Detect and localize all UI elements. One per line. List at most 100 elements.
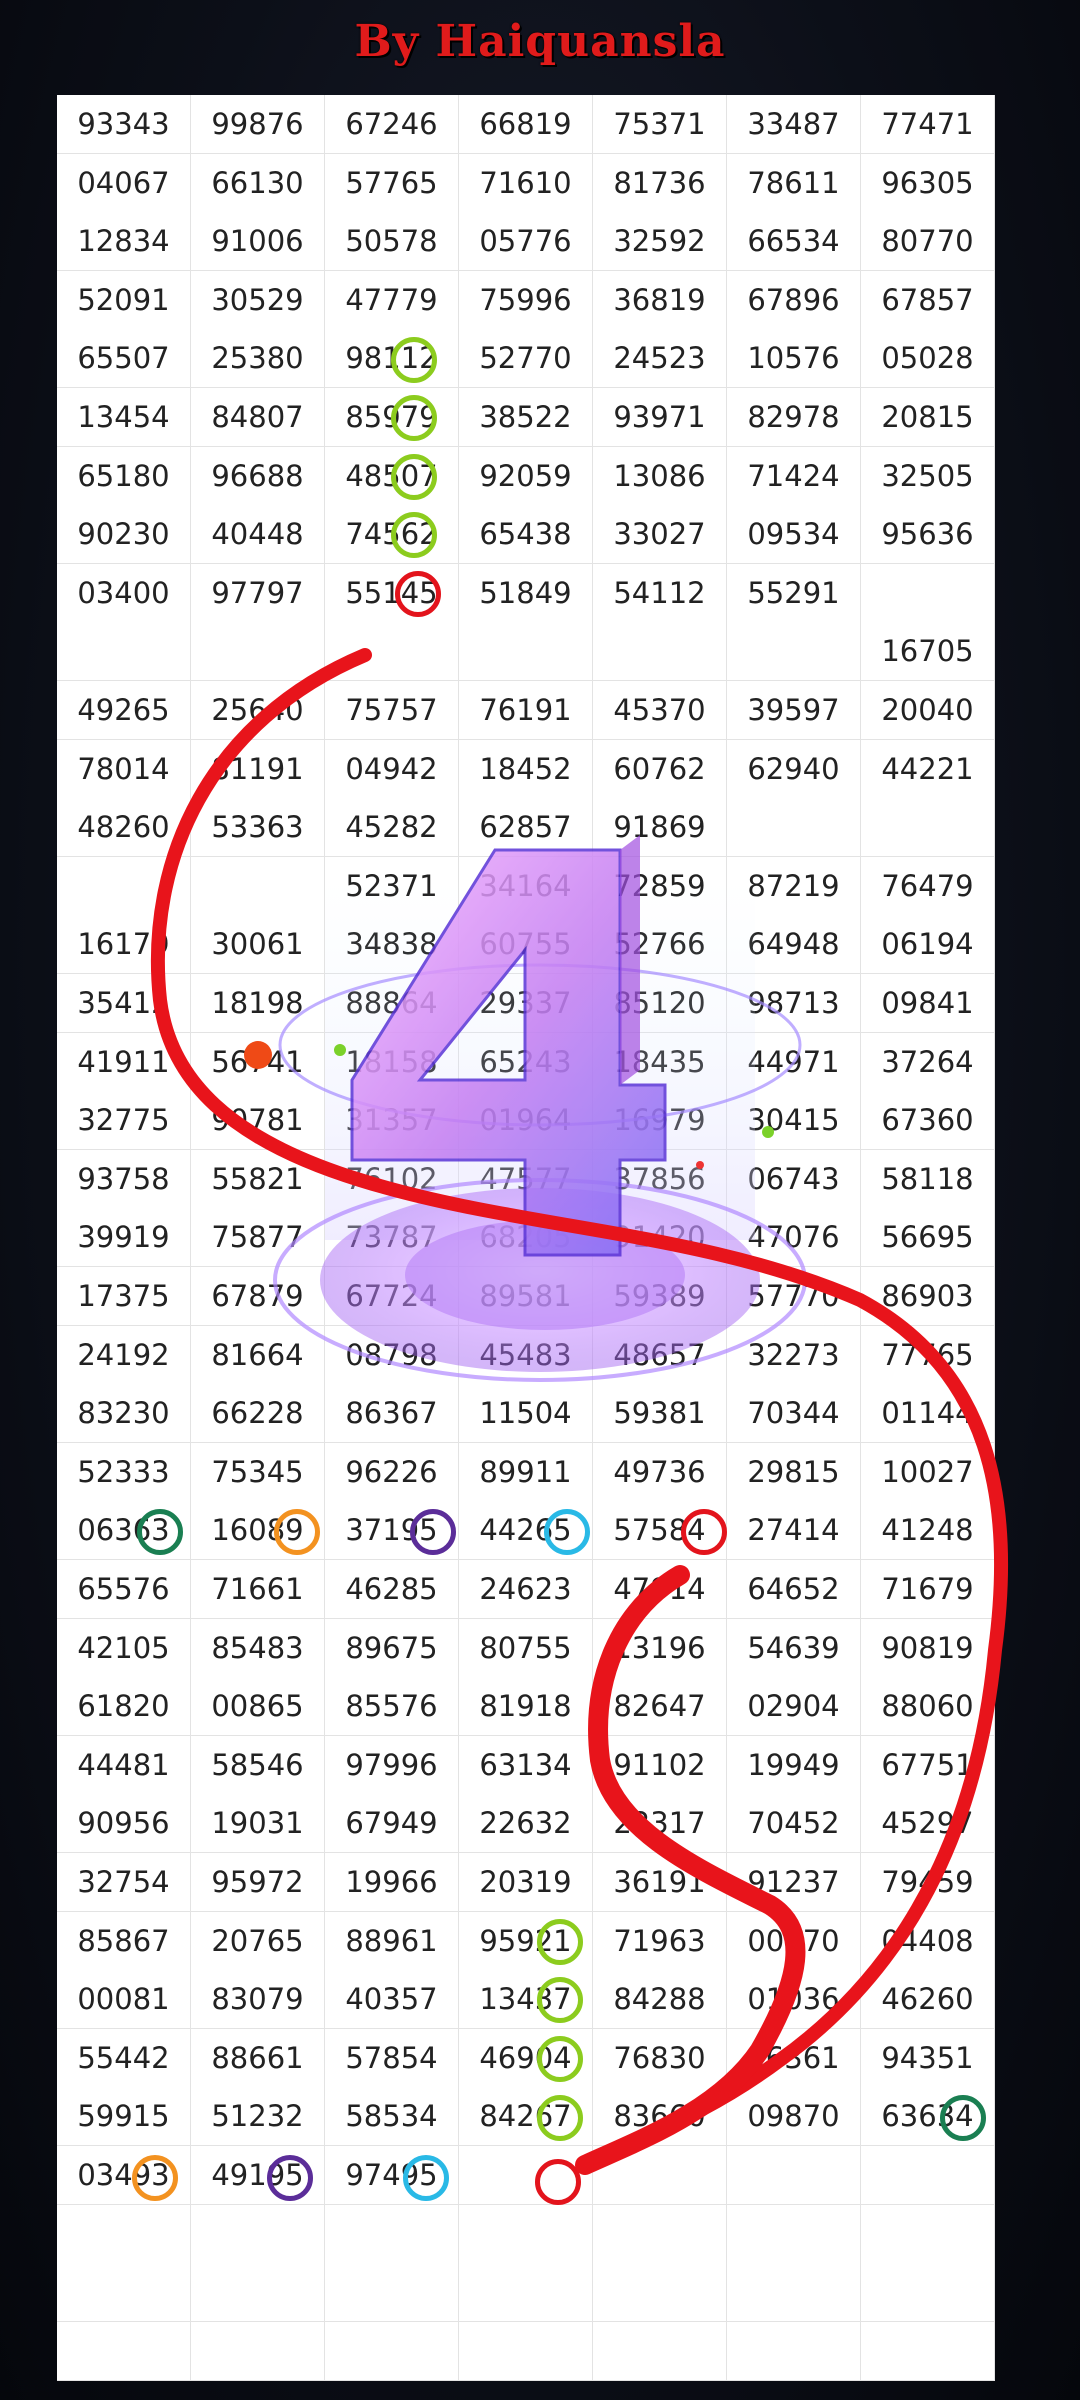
grid-cell: 91237 bbox=[727, 1853, 861, 1912]
grid-cell: 88961 bbox=[325, 1911, 459, 1971]
grid-cell: 84807 bbox=[191, 388, 325, 447]
grid-cell: 75996 bbox=[459, 270, 593, 330]
grid-cell: 32592 bbox=[593, 212, 727, 272]
grid-cell: 19031 bbox=[191, 1794, 325, 1854]
grid-cell: 80770 bbox=[861, 212, 995, 272]
grid-cell: 45297 bbox=[861, 1794, 995, 1854]
grid-cell: 41911 bbox=[57, 1032, 191, 1092]
grid-cell: 82978 bbox=[727, 388, 861, 447]
grid-cell: 97996 bbox=[325, 1735, 459, 1795]
grid-cell: 01036 bbox=[727, 1970, 861, 2030]
grid-cell: 18435 bbox=[593, 1032, 727, 1092]
grid-cell bbox=[57, 2263, 191, 2323]
grid-cell: 72859 bbox=[593, 856, 727, 916]
grid-cell: 90781 bbox=[191, 1091, 325, 1151]
grid-cell: 55821 bbox=[191, 1149, 325, 1209]
grid-cell: 95972 bbox=[191, 1853, 325, 1912]
grid-cell: 95636 bbox=[861, 505, 995, 565]
grid-cell: 04067 bbox=[57, 153, 191, 213]
grid-cell: 32273 bbox=[727, 1325, 861, 1385]
grid-cell bbox=[191, 2204, 325, 2264]
grid-cell: 32775 bbox=[57, 1091, 191, 1151]
grid-cell: 67857 bbox=[861, 270, 995, 330]
grid-cell: 19966 bbox=[325, 1853, 459, 1912]
grid-cell: 05028 bbox=[861, 329, 995, 389]
grid-cell: 57854 bbox=[325, 2028, 459, 2088]
grid-cell bbox=[727, 2263, 861, 2323]
grid-cell bbox=[593, 2321, 727, 2381]
grid-cell: 39597 bbox=[727, 681, 861, 740]
grid-cell bbox=[191, 2321, 325, 2381]
grid-cell: 67751 bbox=[861, 1735, 995, 1795]
grid-cell: 57770 bbox=[727, 1267, 861, 1326]
grid-cell: 93971 bbox=[593, 388, 727, 447]
grid-cell bbox=[57, 622, 191, 682]
grid-cell bbox=[459, 622, 593, 682]
grid-cell bbox=[325, 2263, 459, 2323]
grid-cell: 65438 bbox=[459, 505, 593, 565]
grid-cell: 83230 bbox=[57, 1384, 191, 1444]
grid-cell: 20815 bbox=[861, 388, 995, 447]
grid-cell: 51849 bbox=[459, 563, 593, 623]
grid-cell: 22317 bbox=[593, 1794, 727, 1854]
grid-cell bbox=[727, 2204, 861, 2264]
grid-cell: 65576 bbox=[57, 1560, 191, 1619]
grid-cell bbox=[861, 2321, 995, 2381]
grid-cell: 30415 bbox=[727, 1091, 861, 1151]
grid-cell: 47577 bbox=[459, 1149, 593, 1209]
grid-cell: 40448 bbox=[191, 505, 325, 565]
grid-cell: 64652 bbox=[727, 1560, 861, 1619]
grid-cell: 34164 bbox=[459, 856, 593, 916]
grid-cell: 06743 bbox=[727, 1149, 861, 1209]
grid-cell: 90819 bbox=[861, 1618, 995, 1678]
grid-cell: 09534 bbox=[727, 505, 861, 565]
grid-cell: 49195 bbox=[191, 2146, 325, 2205]
grid-cell: 99876 bbox=[191, 95, 325, 154]
grid-cell: 29337 bbox=[459, 974, 593, 1033]
grid-cell: 29815 bbox=[727, 1442, 861, 1502]
grid-cell: 18198 bbox=[191, 974, 325, 1033]
grid-cell: 03493 bbox=[57, 2146, 191, 2205]
grid-cell: 77765 bbox=[861, 1325, 995, 1385]
grid-cell: 41248 bbox=[861, 1501, 995, 1561]
grid-cell: 85867 bbox=[57, 1911, 191, 1971]
grid-cell: 90956 bbox=[57, 1794, 191, 1854]
grid-cell bbox=[727, 2321, 861, 2381]
grid-cell: 47779 bbox=[325, 270, 459, 330]
grid-cell: 63634 bbox=[861, 2087, 995, 2147]
grid-cell: 60755 bbox=[459, 915, 593, 975]
grid-cell: 32505 bbox=[861, 446, 995, 506]
grid-cell: 08798 bbox=[325, 1325, 459, 1385]
grid-cell: 24623 bbox=[459, 1560, 593, 1619]
grid-cell: 67949 bbox=[325, 1794, 459, 1854]
grid-cell: 49265 bbox=[57, 681, 191, 740]
grid-cell: 10576 bbox=[727, 329, 861, 389]
grid-cell: 03400 bbox=[57, 563, 191, 623]
grid-cell bbox=[459, 2146, 593, 2205]
grid-cell: 85979 bbox=[325, 388, 459, 447]
grid-cell: 46285 bbox=[325, 1560, 459, 1619]
grid-cell: 85483 bbox=[191, 1618, 325, 1678]
grid-cell: 27414 bbox=[727, 1501, 861, 1561]
grid-cell: 94351 bbox=[861, 2028, 995, 2088]
grid-cell: 62940 bbox=[727, 739, 861, 799]
grid-cell: 54112 bbox=[593, 563, 727, 623]
grid-cell: 47914 bbox=[593, 1560, 727, 1619]
grid-cell: 77471 bbox=[861, 95, 995, 154]
grid-cell: 09870 bbox=[727, 2087, 861, 2147]
grid-cell: 31357 bbox=[325, 1091, 459, 1151]
grid-cell bbox=[861, 2204, 995, 2264]
grid-cell: 49736 bbox=[593, 1442, 727, 1502]
grid-cell: 56741 bbox=[191, 1032, 325, 1092]
grid-cell: 96305 bbox=[861, 153, 995, 213]
grid-cell: 24523 bbox=[593, 329, 727, 389]
grid-cell: 93758 bbox=[57, 1149, 191, 1209]
grid-cell: 97495 bbox=[325, 2146, 459, 2205]
grid-cell: 96688 bbox=[191, 446, 325, 506]
grid-cell: 44481 bbox=[57, 1735, 191, 1795]
grid-cell: 75877 bbox=[191, 1208, 325, 1268]
grid-cell: 06363 bbox=[57, 1501, 191, 1561]
grid-cell: 81918 bbox=[459, 1677, 593, 1737]
grid-cell bbox=[191, 856, 325, 916]
grid-cell: 83079 bbox=[191, 1970, 325, 2030]
